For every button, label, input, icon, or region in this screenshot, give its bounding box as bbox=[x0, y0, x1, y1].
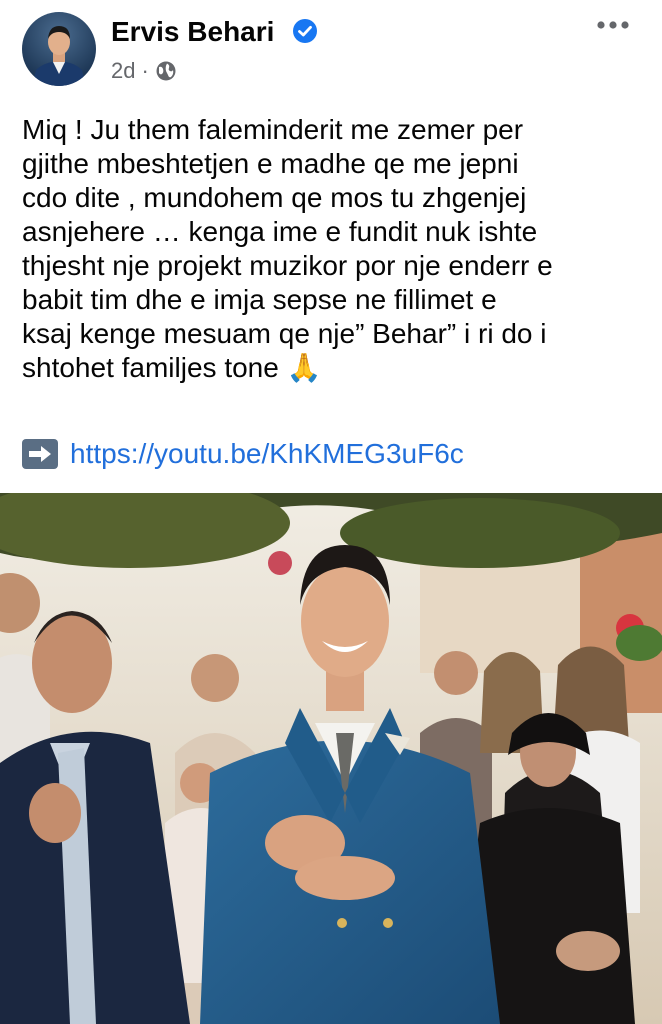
post-text-line: cdo dite , mundohem qe mos tu zhgenjej bbox=[22, 182, 527, 213]
author-avatar[interactable] bbox=[22, 12, 96, 86]
meta-separator: · bbox=[141, 58, 149, 83]
author-name[interactable]: Ervis Behari bbox=[111, 16, 274, 48]
more-options-icon[interactable] bbox=[596, 12, 630, 38]
post-text-line: asnjehere … kenga ime e fundit nuk ishte bbox=[22, 216, 538, 247]
link-row: https://youtu.be/KhKMEG3uF6c bbox=[22, 437, 464, 471]
post-timestamp[interactable]: 2d bbox=[111, 58, 135, 84]
right-arrow-icon bbox=[22, 439, 58, 469]
post-text-line: babit tim dhe e imja sepse ne fillimet e bbox=[22, 284, 497, 315]
post-photo[interactable] bbox=[0, 493, 662, 1024]
post-header: Ervis Behari 2d · bbox=[0, 0, 662, 100]
facebook-post: Ervis Behari 2d · Miq ! Ju them falemind… bbox=[0, 0, 662, 1024]
post-text: Miq ! Ju them faleminderit me zemer per … bbox=[22, 113, 647, 385]
post-text-line: thjesht nje projekt muzikor por nje ende… bbox=[22, 250, 553, 281]
verified-badge-icon bbox=[293, 19, 317, 43]
post-text-line: Miq ! Ju them faleminderit me zemer per bbox=[22, 114, 524, 145]
youtube-link[interactable]: https://youtu.be/KhKMEG3uF6c bbox=[70, 437, 464, 471]
post-meta: 2d · bbox=[111, 58, 177, 84]
post-text-line: ksaj kenge mesuam qe nje” Behar” i ri do… bbox=[22, 318, 547, 349]
post-text-line: shtohet familjes tone 🙏 bbox=[22, 352, 322, 383]
post-text-line: gjithe mbeshtetjen e madhe qe me jepni bbox=[22, 148, 519, 179]
globe-icon[interactable] bbox=[155, 60, 177, 82]
